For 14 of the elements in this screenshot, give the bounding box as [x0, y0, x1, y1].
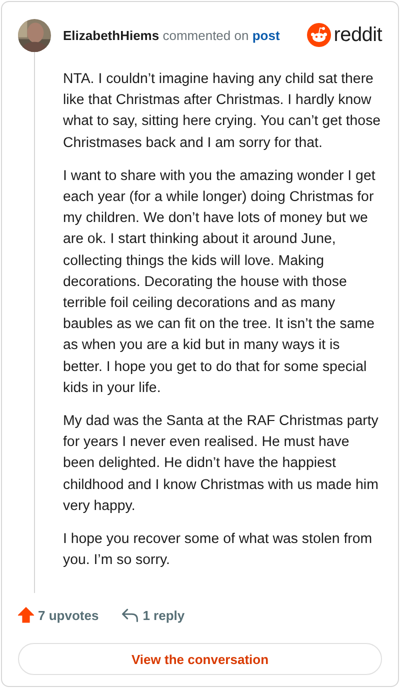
- post-link[interactable]: post: [252, 28, 280, 42]
- comment-paragraph: NTA. I couldn’t imagine having any child sat there like that Christmas after Christmas. I hardly know what to say, sitting here crying. You can’t get those Christmases back and I am sorry for that.: [62, 70, 382, 153]
- upvote-arrow-icon[interactable]: [18, 607, 34, 623]
- alien-logo-icon: [306, 23, 331, 47]
- view-conversation-button[interactable]: View the conversation: [18, 643, 382, 675]
- username[interactable]: ElizabethHiems: [63, 28, 160, 42]
- comment-paragraph: My dad was the Santa at the RAF Christmas party for years I never even realised. He must have been delighted. He didn’t have the happiest childhood and I know Christmas with us made him very happy.: [62, 412, 380, 516]
- comment-paragraph: I hope you recover some of what was stolen from you. I’m so sorry.: [62, 530, 374, 570]
- reply-icon[interactable]: [120, 606, 139, 624]
- upvote-count: 7 upvotes: [38, 608, 99, 622]
- comment-paragraph: I want to share with you the amazing wonder I get each year (for a while longer) doing Christmas for my children. We don’t have lots of money but we are ok. I start thinking about it around June, collecting things the kids will love. Making decorations. Decorating the house with those terrible foil ceiling decorations and as many baubles as we can fit on the tree. It isn’t the same as when you are a kid but in many ways it is better. I hope you get to do that for some special kids in your life.: [62, 166, 376, 398]
- byline-text: commented on: [162, 28, 249, 42]
- brand-name: reddit: [334, 24, 382, 46]
- reply-count: 1 reply: [142, 608, 185, 622]
